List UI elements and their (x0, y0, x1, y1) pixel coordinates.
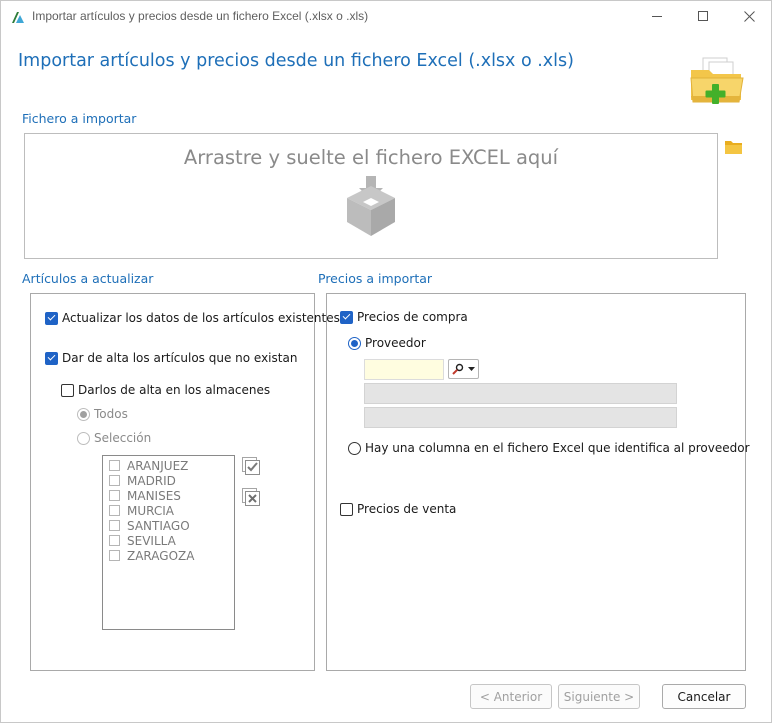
create-missing-label: Dar de alta los artículos que no existan (62, 351, 298, 365)
list-item[interactable]: ZARAGOZA (103, 548, 234, 563)
all-warehouses-radio[interactable]: Todos (77, 407, 128, 421)
minimize-button[interactable] (634, 1, 680, 32)
supplier-label: Proveedor (365, 336, 426, 350)
checkbox-unchecked-icon (109, 550, 120, 561)
minimize-icon (651, 16, 662, 17)
warehouse-name: ZARAGOZA (127, 548, 195, 563)
app-logo-icon (12, 12, 24, 23)
checkbox-checked-icon (45, 311, 58, 325)
supplier-lookup-button[interactable] (448, 359, 479, 379)
search-icon (452, 363, 464, 375)
import-dialog-window: Importar artículos y precios desde un fi… (0, 0, 772, 723)
next-button[interactable]: Siguiente > (558, 684, 640, 709)
list-item[interactable]: MURCIA (103, 503, 234, 518)
list-item[interactable]: SEVILLA (103, 533, 234, 548)
create-missing-checkbox[interactable]: Dar de alta los artículos que no existan (45, 351, 297, 365)
warehouse-name: MURCIA (127, 503, 175, 518)
file-section-label: Fichero a importar (22, 111, 137, 126)
back-button[interactable]: < Anterior (470, 684, 552, 709)
checkbox-unchecked-icon (109, 475, 120, 486)
chevron-down-icon (468, 367, 475, 371)
selected-warehouses-radio[interactable]: Selección (77, 431, 151, 445)
checkbox-unchecked-icon (109, 520, 120, 531)
warehouse-name: ARANJUEZ (127, 458, 189, 473)
checkbox-unchecked-icon (109, 535, 120, 546)
checkbox-unchecked-icon (340, 502, 353, 516)
select-all-icon[interactable] (241, 456, 261, 476)
articles-section-label: Artículos a actualizar (22, 271, 154, 286)
supplier-radio[interactable]: Proveedor (348, 336, 426, 350)
checkbox-checked-icon (340, 310, 353, 324)
prices-section-label: Precios a importar (318, 271, 433, 286)
page-title: Importar artículos y precios desde un fi… (18, 51, 574, 71)
create-in-warehouses-label: Darlos de alta en los almacenes (78, 383, 271, 397)
open-folder-icon[interactable] (724, 139, 743, 155)
maximize-button[interactable] (680, 1, 726, 32)
unselect-all-icon[interactable] (241, 487, 261, 507)
warehouse-name: MANISES (127, 488, 181, 503)
sale-prices-label: Precios de venta (357, 502, 457, 516)
close-button[interactable] (726, 1, 772, 32)
checkbox-unchecked-icon (109, 460, 120, 471)
close-icon (743, 11, 755, 22)
sale-prices-checkbox[interactable]: Precios de venta (340, 502, 456, 516)
radio-selected-icon (348, 336, 361, 350)
checkbox-unchecked-icon (109, 505, 120, 516)
checkbox-unchecked-icon (109, 490, 120, 501)
checkbox-checked-icon (45, 351, 58, 365)
supplier-column-radio[interactable]: Hay una columna en el fichero Excel que … (348, 441, 750, 455)
list-item[interactable]: SANTIAGO (103, 518, 234, 533)
radio-selected-icon (77, 407, 90, 421)
radio-unselected-icon (77, 431, 90, 445)
warehouse-name: SEVILLA (127, 533, 176, 548)
purchase-prices-checkbox[interactable]: Precios de compra (340, 310, 468, 324)
dropzone-text: Arrastre y suelte el fichero EXCEL aquí (183, 146, 559, 169)
update-existing-label: Actualizar los datos de los artículos ex… (62, 311, 340, 325)
supplier-name-field (364, 383, 677, 404)
download-box-icon (347, 176, 395, 236)
window-title: Importar artículos y precios desde un fi… (32, 9, 369, 23)
supplier-code-input[interactable] (364, 359, 444, 380)
selection-label: Selección (94, 431, 152, 445)
maximize-icon (697, 11, 708, 21)
folder-add-icon (690, 57, 744, 104)
radio-unselected-icon (348, 441, 361, 455)
file-dropzone[interactable]: Arrastre y suelte el fichero EXCEL aquí (24, 133, 718, 259)
list-item[interactable]: MANISES (103, 488, 234, 503)
all-warehouses-label: Todos (94, 407, 128, 421)
list-item[interactable]: ARANJUEZ (103, 458, 234, 473)
update-existing-checkbox[interactable]: Actualizar los datos de los artículos ex… (45, 311, 340, 325)
warehouse-name: MADRID (127, 473, 176, 488)
cancel-button[interactable]: Cancelar (662, 684, 746, 709)
warehouse-list[interactable]: ARANJUEZ MADRID MANISES MURCIA SANTIAGO … (102, 455, 235, 630)
supplier-column-label: Hay una columna en el fichero Excel que … (365, 441, 750, 455)
warehouse-name: SANTIAGO (127, 518, 190, 533)
supplier-detail-field (364, 407, 677, 428)
create-in-warehouses-checkbox[interactable]: Darlos de alta en los almacenes (61, 383, 270, 397)
purchase-prices-label: Precios de compra (357, 310, 468, 324)
list-item[interactable]: MADRID (103, 473, 234, 488)
title-bar: Importar artículos y precios desde un fi… (1, 1, 771, 32)
checkbox-unchecked-icon (61, 383, 74, 397)
